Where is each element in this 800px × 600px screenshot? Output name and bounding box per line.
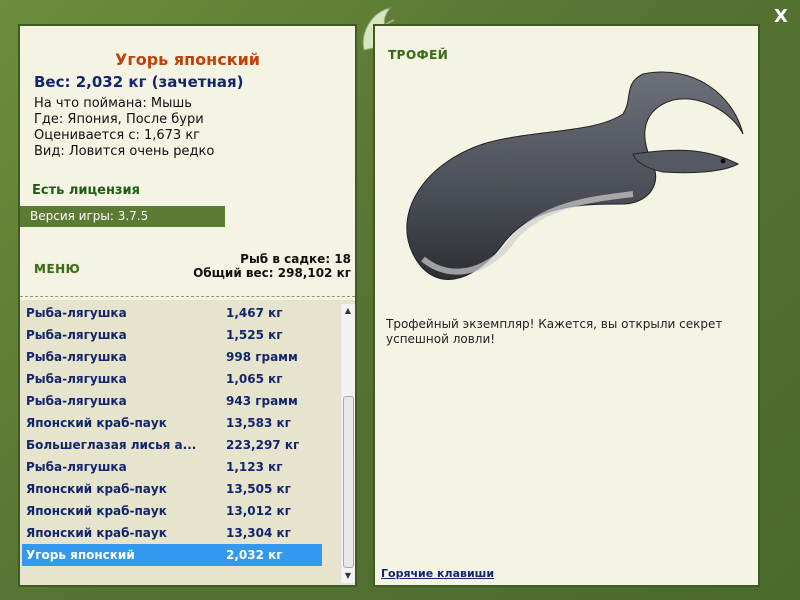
- close-button[interactable]: X: [770, 6, 792, 28]
- catch-name: Рыба-лягушка: [26, 394, 127, 408]
- catch-name: Рыба-лягушка: [26, 328, 127, 342]
- catch-weight: 998 грамм: [226, 350, 298, 364]
- fish-info-panel: Угорь японский Вес: 2,032 кг (зачетная) …: [18, 24, 357, 587]
- divider: [20, 296, 355, 297]
- catch-row[interactable]: Рыба-лягушка 998 грамм: [22, 346, 322, 368]
- catch-row[interactable]: Рыба-лягушка 943 грамм: [22, 390, 322, 412]
- catch-row[interactable]: Угорь японский 2,032 кг: [22, 544, 322, 566]
- catch-weight: 13,012 кг: [226, 504, 291, 518]
- arrow-down-icon[interactable]: ▼: [341, 569, 355, 583]
- catch-row[interactable]: Рыба-лягушка 1,525 кг: [22, 324, 322, 346]
- catch-row[interactable]: Японский краб-паук 13,505 кг: [22, 478, 322, 500]
- catch-weight: 2,032 кг: [226, 548, 283, 562]
- catch-weight: 13,505 кг: [226, 482, 291, 496]
- eel-image: [406, 71, 744, 280]
- catch-name: Рыба-лягушка: [26, 460, 127, 474]
- catch-weight: 13,583 кг: [226, 416, 291, 430]
- catch-row[interactable]: Рыба-лягушка 1,467 кг: [22, 302, 322, 324]
- catch-row[interactable]: Большеглазая лисья а... 223,297 кг: [22, 434, 322, 456]
- fish-count: Рыб в садке: 18: [240, 252, 351, 266]
- catch-name: Рыба-лягушка: [26, 372, 127, 386]
- trophy-text: Трофейный экземпляр! Кажется, вы открыли…: [386, 317, 723, 346]
- catch-name: Японский краб-паук: [26, 504, 167, 518]
- fish-kind: Вид: Ловится очень редко: [34, 144, 215, 159]
- catch-name: Большеглазая лисья а...: [26, 438, 197, 452]
- total-weight: Общий вес: 298,102 кг: [193, 266, 351, 280]
- fish-valued-from: Оценивается с: 1,673 кг: [34, 128, 201, 143]
- scrollbar[interactable]: ▲ ▼: [340, 304, 355, 583]
- arrow-up-icon[interactable]: ▲: [341, 304, 355, 318]
- trophy-panel: ТРОФЕЙ Трофейный экземпляр! Кажется, вы …: [373, 24, 760, 587]
- catch-weight: 13,304 кг: [226, 526, 291, 540]
- license-status: Есть лицензия: [32, 183, 140, 198]
- catch-row[interactable]: Японский краб-паук 13,304 кг: [22, 522, 322, 544]
- catch-name: Рыба-лягушка: [26, 306, 127, 320]
- catch-name: Японский краб-паук: [26, 482, 167, 496]
- fish-bait: На что поймана: Мышь: [34, 96, 192, 111]
- hotkeys-link[interactable]: Горячие клавиши: [381, 567, 494, 580]
- fish-location: Где: Япония, После бури: [34, 112, 204, 127]
- trophy-label: ТРОФЕЙ: [388, 48, 449, 62]
- catch-row[interactable]: Японский краб-паук 13,012 кг: [22, 500, 322, 522]
- catch-row[interactable]: Рыба-лягушка 1,123 кг: [22, 456, 322, 478]
- cage-stats: Рыб в садке: 18 Общий вес: 298,102 кг: [193, 252, 351, 280]
- close-icon: X: [774, 6, 788, 27]
- catch-weight: 223,297 кг: [226, 438, 300, 452]
- menu-button[interactable]: МЕНЮ: [34, 262, 80, 276]
- fish-weight: Вес: 2,032 кг (зачетная): [34, 73, 244, 91]
- fish-title: Угорь японский: [115, 50, 260, 69]
- scroll-thumb[interactable]: [343, 396, 354, 568]
- version-bar: Версия игры: 3.7.5: [20, 206, 225, 227]
- catch-weight: 943 грамм: [226, 394, 298, 408]
- catch-weight: 1,467 кг: [226, 306, 283, 320]
- catch-name: Рыба-лягушка: [26, 350, 127, 364]
- catch-name: Угорь японский: [26, 548, 135, 562]
- catch-name: Японский краб-паук: [26, 416, 167, 430]
- catch-weight: 1,525 кг: [226, 328, 283, 342]
- catch-row[interactable]: Рыба-лягушка 1,065 кг: [22, 368, 322, 390]
- catch-name: Японский краб-паук: [26, 526, 167, 540]
- catch-row[interactable]: Японский краб-паук 13,583 кг: [22, 412, 322, 434]
- catch-list: Рыба-лягушка 1,467 кг Рыба-лягушка 1,525 кг…: [20, 300, 355, 585]
- catch-weight: 1,065 кг: [226, 372, 283, 386]
- catch-weight: 1,123 кг: [226, 460, 283, 474]
